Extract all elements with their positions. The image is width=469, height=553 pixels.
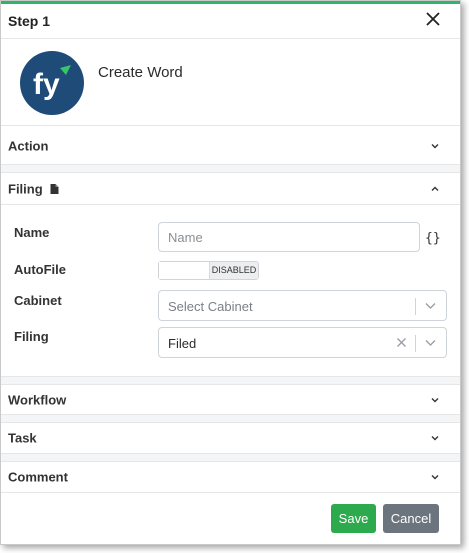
section-filing-label: Filing (8, 181, 59, 196)
chevron-down-icon[interactable] (425, 339, 436, 347)
section-separator (1, 454, 460, 462)
filing-label: Filing (14, 329, 49, 344)
chevron-down-icon[interactable] (430, 141, 440, 151)
dialog-header: Step 1 (1, 4, 460, 39)
section-comment-label: Comment (8, 469, 68, 485)
chevron-down-icon[interactable] (430, 395, 440, 405)
app-info: fy Create Word (1, 40, 460, 126)
section-action[interactable]: Action (1, 127, 460, 165)
autofile-label: AutoFile (14, 262, 66, 277)
select-divider (415, 298, 416, 315)
app-logo: fy (20, 51, 84, 115)
document-icon (50, 183, 59, 194)
cabinet-placeholder: Select Cabinet (168, 299, 253, 314)
section-task-label: Task (8, 430, 37, 446)
clear-icon[interactable] (396, 337, 407, 348)
section-action-label: Action (8, 138, 49, 153)
filing-panel: Name {} AutoFile DISABLED Cabinet Select… (1, 205, 460, 377)
section-separator (1, 165, 460, 173)
filing-title: Filing (8, 181, 43, 196)
chevron-down-icon[interactable] (430, 433, 440, 443)
app-name: Create Word (98, 64, 183, 81)
section-separator (1, 415, 460, 423)
section-comment[interactable]: Comment (1, 462, 460, 493)
toggle-knob (159, 262, 211, 279)
section-workflow[interactable]: Workflow (1, 385, 460, 415)
cancel-button[interactable]: Cancel (383, 504, 439, 533)
dialog-title: Step 1 (8, 13, 51, 29)
dialog-footer: Save Cancel (1, 493, 460, 544)
filing-select[interactable]: Filed (158, 327, 447, 358)
name-label: Name (14, 225, 50, 240)
section-workflow-label: Workflow (8, 392, 67, 407)
select-divider (415, 335, 416, 352)
variables-icon[interactable]: {} (425, 231, 441, 246)
autofile-toggle[interactable]: DISABLED (158, 261, 259, 280)
cabinet-label: Cabinet (14, 293, 62, 308)
cabinet-select[interactable]: Select Cabinet (158, 290, 447, 321)
logo-text: fy (33, 68, 60, 101)
section-filing[interactable]: Filing (1, 173, 460, 205)
chevron-down-icon[interactable] (430, 472, 440, 482)
chevron-up-icon[interactable] (430, 184, 440, 194)
name-input[interactable] (158, 222, 420, 252)
step-dialog: Step 1 fy Create Word Action Filing Name… (0, 0, 461, 545)
section-task[interactable]: Task (1, 423, 460, 454)
close-icon[interactable] (424, 10, 442, 28)
filing-value: Filed (168, 336, 197, 351)
autofile-state: DISABLED (209, 262, 258, 279)
save-button[interactable]: Save (331, 504, 376, 533)
chevron-down-icon[interactable] (425, 302, 436, 310)
section-separator (1, 377, 460, 385)
